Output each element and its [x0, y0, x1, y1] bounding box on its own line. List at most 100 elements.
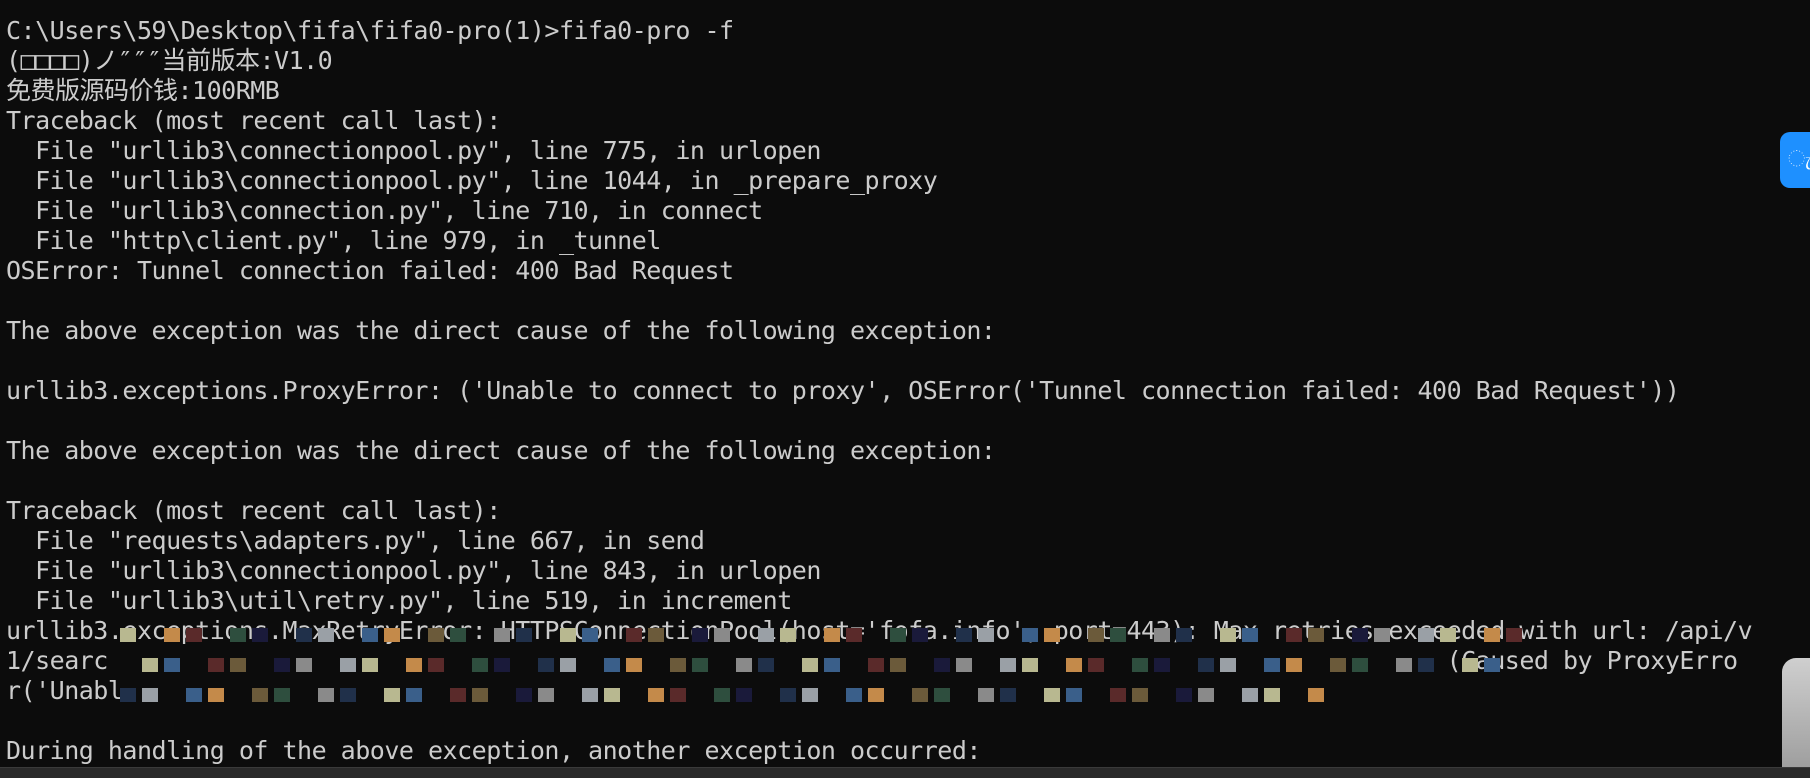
console-line: Traceback (most recent call last):: [6, 106, 501, 135]
redaction-pixel: [208, 658, 224, 672]
redaction-pixel: [164, 628, 180, 642]
redaction-pixel: [978, 688, 994, 702]
console-line: File "http\client.py", line 979, in _tun…: [6, 226, 661, 255]
redaction-pixel: [406, 688, 422, 702]
redaction-pixel: [1022, 658, 1038, 672]
redaction-pixel: [780, 688, 796, 702]
redaction-pixel: [1044, 628, 1060, 642]
redaction-pixel: [230, 658, 246, 672]
redaction-pixel: [1330, 658, 1346, 672]
redaction-pixel: [626, 628, 642, 642]
redaction-pixel: [846, 688, 862, 702]
redaction-pixel: [1484, 628, 1500, 642]
redaction-pixel: [582, 628, 598, 642]
console-line: OSError: Tunnel connection failed: 400 B…: [6, 256, 734, 285]
redaction-pixel: [252, 628, 268, 642]
redaction-pixel: [560, 628, 576, 642]
redaction-pixel: [274, 658, 290, 672]
redaction-pixel: [362, 658, 378, 672]
console-line: 免费版源码价钱:100RMB: [6, 76, 280, 105]
redaction-pixel: [846, 628, 862, 642]
redaction-pixel: [890, 658, 906, 672]
redaction-pixel: [230, 628, 246, 642]
redaction-pixel: [1286, 628, 1302, 642]
redaction-pixel: [868, 688, 884, 702]
redaction-pixel: [648, 628, 664, 642]
redaction-pixel: [1308, 628, 1324, 642]
redaction-pixel: [758, 628, 774, 642]
redaction-pixel: [1220, 658, 1236, 672]
redaction-pixel: [1154, 658, 1170, 672]
redaction-pixel: [1088, 628, 1104, 642]
redaction-pixel: [208, 688, 224, 702]
redaction-pixel: [384, 628, 400, 642]
redaction-pixel: [1132, 658, 1148, 672]
redaction-pixel: [362, 628, 378, 642]
redaction-pixel: [1000, 688, 1016, 702]
redaction-pixel: [494, 628, 510, 642]
redaction-pixel: [1022, 628, 1038, 642]
redaction-pixel: [868, 658, 884, 672]
redaction-pixel: [318, 628, 334, 642]
redaction-pixel: [934, 658, 950, 672]
redaction-pixel: [1176, 688, 1192, 702]
redaction-pixel: [1286, 658, 1302, 672]
redaction-pixel: [780, 628, 796, 642]
redaction-pixel: [450, 688, 466, 702]
redaction-pixel: [1000, 658, 1016, 672]
redaction-pixel: [428, 658, 444, 672]
redaction-pixel: [978, 628, 994, 642]
redaction-pixel: [890, 628, 906, 642]
redaction-pixel: [1044, 688, 1060, 702]
redaction-pixel: [956, 628, 972, 642]
redaction-pixel: [1374, 628, 1390, 642]
redaction-pixel: [494, 658, 510, 672]
redaction-pixel: [1198, 658, 1214, 672]
link-icon[interactable]: ැ: [1780, 132, 1810, 188]
redaction-pixel: [648, 688, 664, 702]
redaction-pixel: [340, 688, 356, 702]
redaction-pixel: [736, 658, 752, 672]
redaction-pixel: [736, 688, 752, 702]
redaction-pixel: [1154, 628, 1170, 642]
redaction-pixel: [1088, 658, 1104, 672]
redaction-pixel: [1484, 658, 1500, 672]
redaction-pixel: [252, 688, 268, 702]
redaction-pixel: [1396, 658, 1412, 672]
redaction-pixel: [1418, 658, 1434, 672]
console-line: During handling of the above exception, …: [6, 736, 981, 765]
redaction-pixel: [164, 658, 180, 672]
redaction-pixel: [626, 658, 642, 672]
console-window[interactable]: C:\Users\59\Desktop\fifa\fifa0-pro(1)>fi…: [0, 0, 1810, 778]
redaction-pixel: [1506, 628, 1522, 642]
redaction-pixel: [142, 658, 158, 672]
redaction-pixel: [912, 628, 928, 642]
redaction-pixel: [1220, 628, 1236, 642]
redaction-pixel: [1132, 688, 1148, 702]
console-line: File "urllib3\util\retry.py", line 519, …: [6, 586, 792, 615]
redaction-pixel: [1308, 688, 1324, 702]
console-line: (□□□□)ノ″″″当前版本:V1.0: [6, 46, 333, 75]
redaction-pixel: [1440, 628, 1456, 642]
redacted-text: [120, 688, 1324, 706]
console-line: File "urllib3\connectionpool.py", line 8…: [6, 556, 821, 585]
console-line: Traceback (most recent call last):: [6, 496, 501, 525]
redaction-pixel: [274, 688, 290, 702]
redaction-pixel: [692, 628, 708, 642]
redaction-pixel: [296, 628, 312, 642]
redaction-pixel: [956, 658, 972, 672]
console-line: urllib3.exceptions.ProxyError: ('Unable …: [6, 376, 1680, 405]
redaction-pixel: [670, 658, 686, 672]
redaction-pixel: [802, 688, 818, 702]
console-line: File "requests\adapters.py", line 667, i…: [6, 526, 705, 555]
redacted-text: [120, 628, 1522, 646]
redaction-pixel: [912, 688, 928, 702]
console-line: File "urllib3\connectionpool.py", line 7…: [6, 136, 821, 165]
horizontal-scrollbar[interactable]: [0, 767, 1810, 778]
redaction-pixel: [1198, 688, 1214, 702]
redaction-pixel: [538, 688, 554, 702]
